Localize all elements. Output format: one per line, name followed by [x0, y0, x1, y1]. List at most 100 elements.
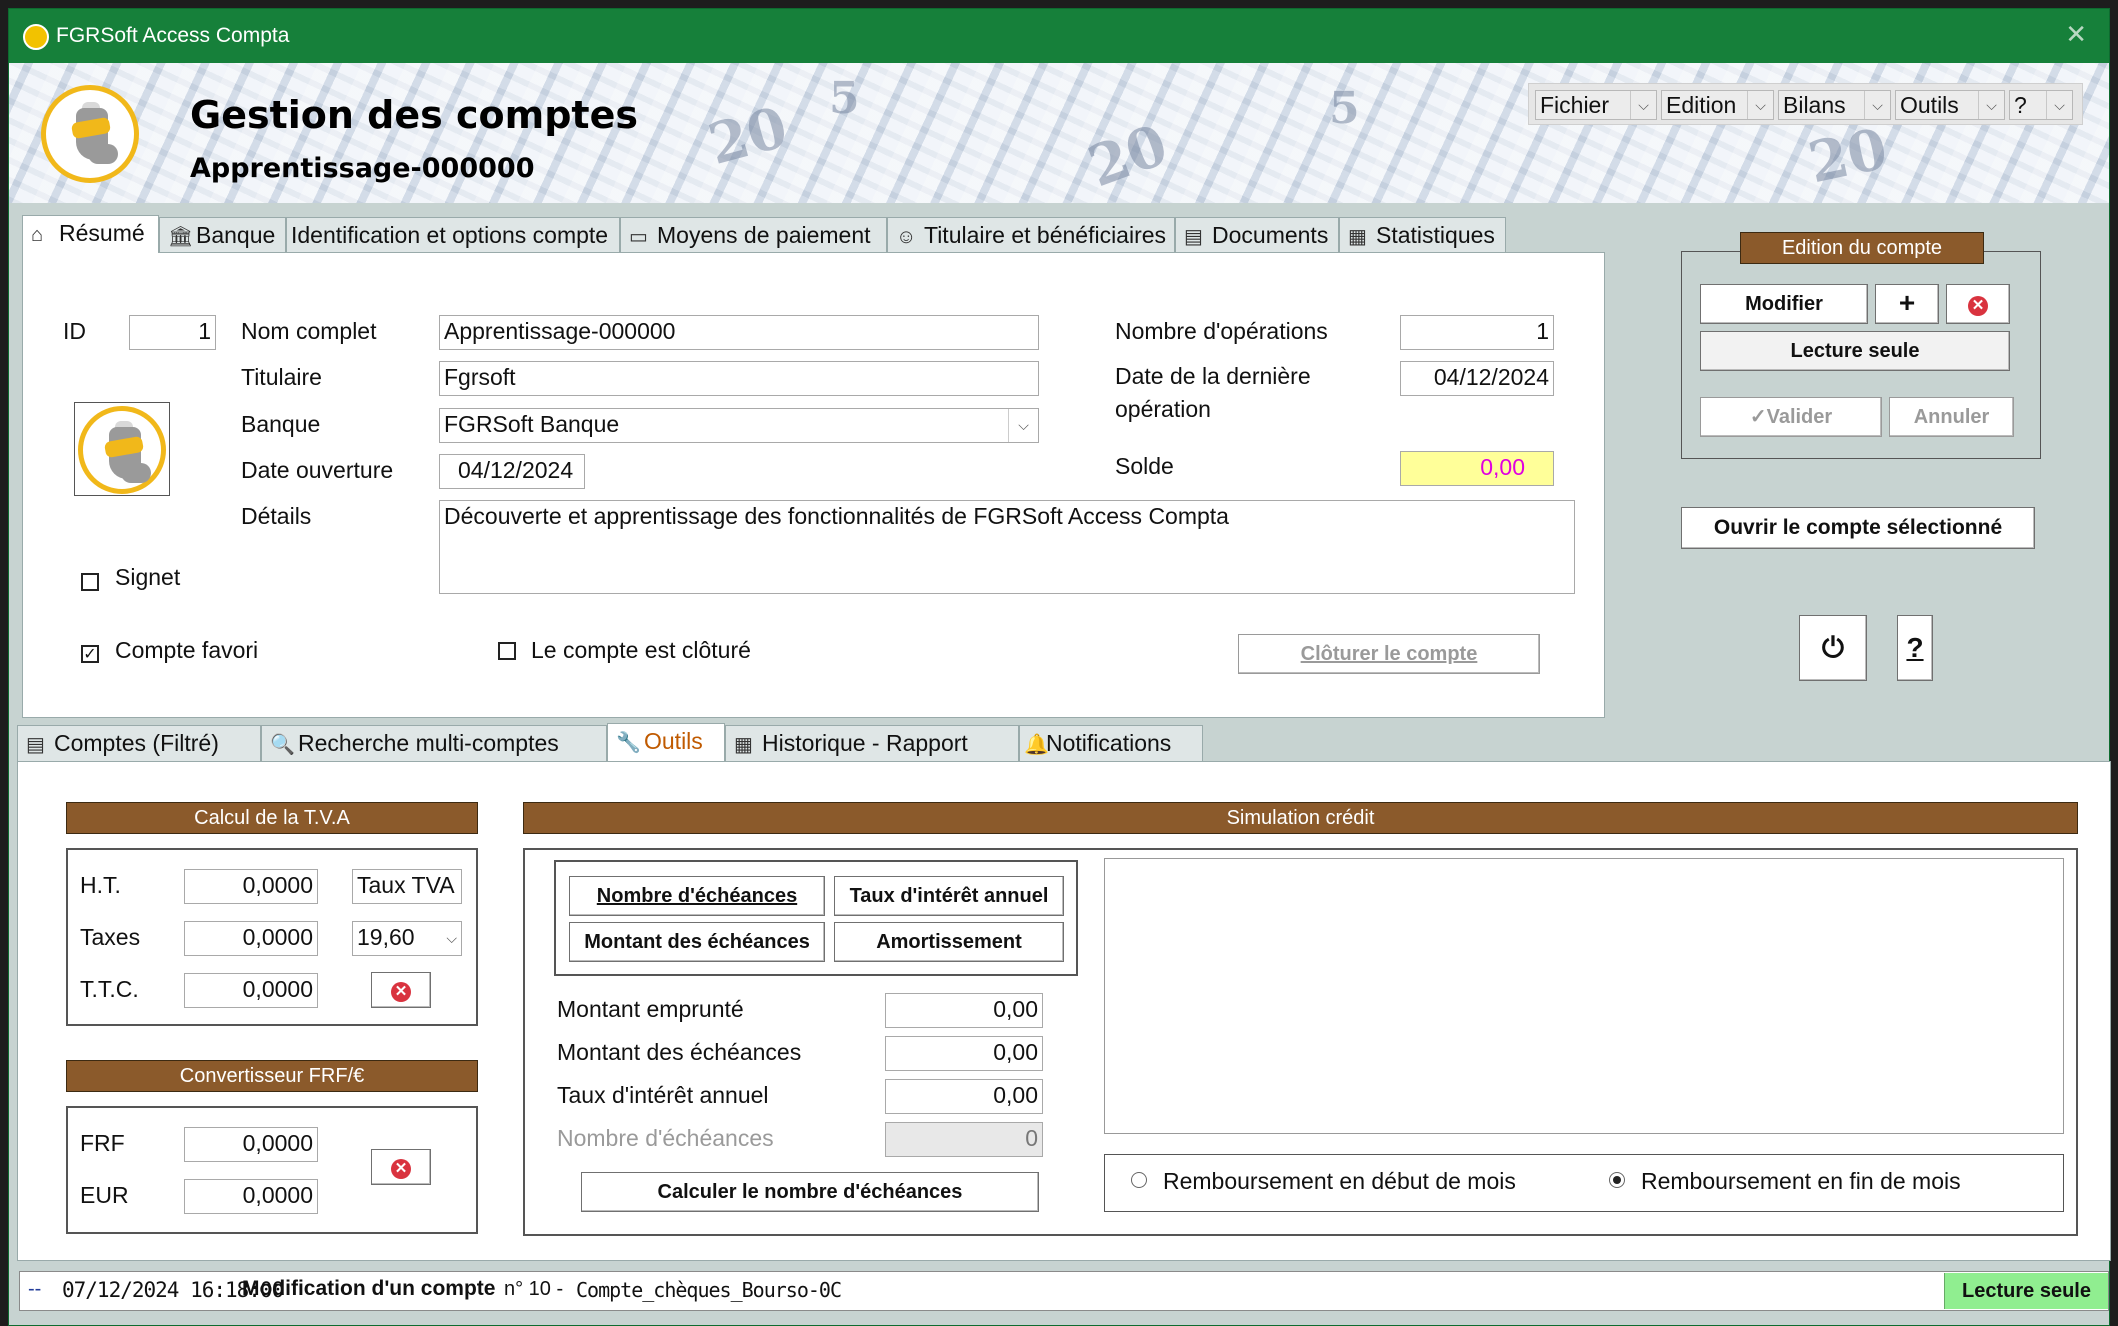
chevron-down-icon: ⌵: [446, 930, 457, 946]
tab-titulaire[interactable]: ☺ Titulaire et bénéficiaires: [887, 217, 1175, 253]
home-icon: ⌂: [31, 224, 44, 246]
tab-moyens-paiement[interactable]: ▭ Moyens de paiement: [620, 217, 887, 253]
nb-operations-field[interactable]: 1: [1400, 315, 1554, 350]
taux-tva-select[interactable]: 19,60 ⌵: [352, 921, 462, 956]
tab-comptes-filtre[interactable]: ▤ Comptes (Filtré): [17, 725, 261, 761]
tab-documents[interactable]: ▤ Documents: [1175, 217, 1339, 253]
modifier-button[interactable]: Modifier: [1700, 284, 1868, 324]
nb-echeances-field: 0: [885, 1122, 1043, 1157]
list-icon: ▤: [26, 734, 45, 756]
taxes-label: Taxes: [80, 924, 141, 950]
taux-credit-field[interactable]: 0,00: [885, 1079, 1043, 1114]
tab-recherche-multi[interactable]: 🔍 Recherche multi-comptes: [261, 725, 607, 761]
radio-debut-mois[interactable]: [1131, 1172, 1147, 1188]
favori-label: Compte favori: [115, 637, 259, 663]
emprunte-label: Montant emprunté: [557, 996, 744, 1022]
banner-watermark: 20: [1802, 115, 1893, 197]
menu-fichier[interactable]: Fichier ⌵: [1535, 90, 1657, 120]
status-account: Compte_chèques_Bourso-0C: [576, 1278, 842, 1302]
delete-button[interactable]: ✕: [1946, 284, 2010, 324]
converter-clear-button[interactable]: ✕: [371, 1149, 431, 1185]
chevron-down-icon: ⌵: [1747, 91, 1773, 119]
ouvrir-compte-button[interactable]: Ouvrir le compte sélectionné: [1681, 507, 2035, 549]
tab-outils[interactable]: 🔧 Outils: [607, 723, 725, 761]
chevron-down-icon: ⌵: [1008, 409, 1038, 442]
bell-icon: 🔔: [1024, 734, 1049, 756]
menu-bilans[interactable]: Bilans ⌵: [1778, 90, 1891, 120]
cloture-checkbox[interactable]: [498, 642, 516, 660]
window-title: FGRSoft Access Compta: [56, 24, 290, 47]
menu-edition[interactable]: Edition ⌵: [1661, 90, 1774, 120]
status-action: Modification d'un compte: [242, 1277, 496, 1300]
nb-operations-label: Nombre d'opérations: [1115, 318, 1328, 344]
tab-historique[interactable]: ▦ Historique - Rapport: [725, 725, 1019, 761]
tva-clear-button[interactable]: ✕: [371, 972, 431, 1008]
tab-identification[interactable]: Identification et options compte: [286, 217, 620, 253]
signet-checkbox[interactable]: [81, 573, 99, 591]
ht-field[interactable]: 0,0000: [184, 869, 318, 904]
lecture-seule-button[interactable]: Lecture seule: [1700, 331, 2010, 371]
banque-select[interactable]: FGRSoft Banque ⌵: [439, 408, 1039, 443]
id-field[interactable]: 1: [129, 315, 216, 350]
status-detail: n° 10 -: [504, 1278, 564, 1300]
ttc-field[interactable]: 0,0000: [184, 973, 318, 1008]
cloturer-button[interactable]: Clôturer le compte: [1238, 634, 1540, 674]
details-field[interactable]: Découverte et apprentissage des fonction…: [439, 500, 1575, 594]
derniere-operation-label-2: opération: [1115, 396, 1211, 422]
close-icon[interactable]: ✕: [2065, 19, 2087, 50]
ttc-label: T.T.C.: [80, 976, 139, 1002]
taxes-field[interactable]: 0,0000: [184, 921, 318, 956]
titulaire-field[interactable]: Fgrsoft: [439, 361, 1039, 396]
derniere-operation-label: Date de la dernière: [1115, 363, 1311, 389]
derniere-operation-field[interactable]: 04/12/2024: [1400, 361, 1554, 396]
wrench-icon: 🔧: [616, 732, 641, 754]
banner-watermark: 20: [1080, 111, 1176, 201]
radio-fin-mois[interactable]: [1609, 1172, 1625, 1188]
banner-watermark: 5: [829, 73, 860, 124]
menu-help[interactable]: ? ⌵: [2009, 90, 2073, 120]
check-circle-icon: ✓: [1749, 406, 1767, 428]
chevron-down-icon: ⌵: [1630, 91, 1656, 119]
chevron-down-icon: ⌵: [2046, 91, 2072, 119]
date-ouverture-label: Date ouverture: [241, 457, 394, 483]
signet-label: Signet: [115, 564, 181, 590]
montant-mode-button[interactable]: Montant des échéances: [569, 922, 825, 962]
taux-mode-button[interactable]: Taux d'intérêt annuel: [834, 876, 1064, 916]
delete-icon: ✕: [1968, 296, 1988, 316]
cloture-label: Le compte est clôturé: [531, 637, 751, 663]
emprunte-field[interactable]: 0,00: [885, 993, 1043, 1028]
app-logo: [41, 85, 139, 183]
nom-field[interactable]: Apprentissage-000000: [439, 315, 1039, 350]
date-ouverture-field[interactable]: 04/12/2024: [439, 454, 585, 489]
resume-panel: ID 1 Nom complet Apprentissage-000000 Ti…: [22, 252, 1605, 718]
tab-resume[interactable]: ⌂ Résumé: [22, 215, 159, 253]
power-button[interactable]: ⏻: [1799, 615, 1867, 681]
favori-checkbox[interactable]: ✓: [81, 645, 99, 663]
bank-icon: 🏛: [168, 226, 194, 248]
calculer-button[interactable]: Calculer le nombre d'échéances: [581, 1172, 1039, 1212]
solde-field[interactable]: 0,00: [1400, 451, 1554, 486]
echeances-field[interactable]: 0,00: [885, 1036, 1043, 1071]
banque-label: Banque: [241, 411, 321, 437]
menu-bar: Fichier ⌵ Edition ⌵ Bilans ⌵ Outils ⌵ ? …: [1528, 83, 2083, 125]
converter-title: Convertisseur FRF/€: [66, 1060, 478, 1092]
radio-debut-label: Remboursement en début de mois: [1163, 1168, 1516, 1194]
help-button[interactable]: ?: [1897, 615, 1933, 681]
annuler-button[interactable]: Annuler: [1889, 397, 2014, 437]
tva-title: Calcul de la T.V.A: [66, 802, 478, 834]
add-button[interactable]: +: [1875, 284, 1939, 324]
valider-button[interactable]: ✓Valider: [1700, 397, 1882, 437]
tab-notifications[interactable]: 🔔Notifications: [1019, 725, 1203, 761]
menu-outils[interactable]: Outils ⌵: [1895, 90, 2005, 120]
clear-icon: ✕: [391, 982, 411, 1002]
frf-label: FRF: [80, 1130, 125, 1156]
tab-banque[interactable]: 🏛 Banque: [159, 217, 286, 253]
clear-icon: ✕: [391, 1159, 411, 1179]
person-icon: ☺: [896, 226, 917, 248]
nb-echeances-mode-button[interactable]: Nombre d'échéances: [569, 876, 825, 916]
amortissement-button[interactable]: Amortissement: [834, 922, 1064, 962]
eur-field[interactable]: 0,0000: [184, 1179, 318, 1214]
frf-field[interactable]: 0,0000: [184, 1127, 318, 1162]
ht-label: H.T.: [80, 872, 121, 898]
tab-statistiques[interactable]: ▦ Statistiques: [1339, 217, 1506, 253]
